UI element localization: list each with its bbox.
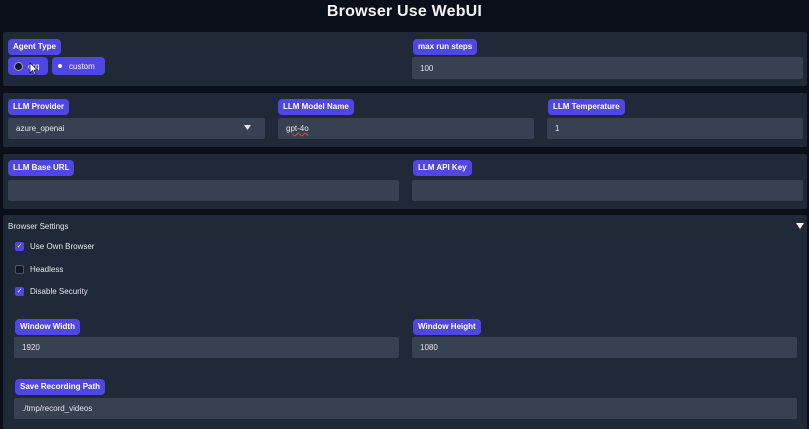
radio-dot-icon: [58, 64, 62, 68]
empty-checkbox-icon: [15, 265, 24, 274]
llm-api-key-input[interactable]: [412, 180, 803, 201]
max-run-steps-label: max run steps: [413, 39, 478, 55]
llm-temperature-label: LLM Temperature: [548, 99, 625, 115]
agent-type-label: Agent Type: [8, 39, 61, 55]
window-width-input[interactable]: 1920: [14, 337, 399, 358]
mouse-pointer-icon: [29, 62, 39, 76]
disable-security-label: Disable Security: [30, 287, 88, 296]
llm-provider-label: LLM Provider: [8, 99, 70, 115]
llm-base-url-input[interactable]: [8, 180, 399, 201]
llm-api-key-label: LLM API Key: [413, 160, 472, 176]
agent-type-option-label: custom: [69, 61, 95, 71]
headless-label: Headless: [30, 265, 64, 274]
window-height-input[interactable]: 1080: [412, 337, 797, 358]
triangle-down-icon[interactable]: [796, 223, 804, 229]
use-own-browser-label: Use Own Browser: [30, 242, 95, 251]
llm-model-name-value: gpt-4o: [286, 124, 309, 133]
page-title: Browser Use WebUI: [326, 3, 483, 20]
llm-provider-select[interactable]: azure_openai: [8, 118, 265, 139]
headless-checkbox[interactable]: Headless: [15, 265, 63, 274]
llm-temperature-input[interactable]: 1: [547, 118, 803, 139]
window-width-label: Window Width: [15, 319, 80, 335]
max-run-steps-input[interactable]: 100: [412, 57, 803, 79]
browser-settings-panel: [3, 215, 807, 429]
use-own-browser-checkbox[interactable]: ✓ Use Own Browser: [15, 242, 94, 251]
agent-type-option-org[interactable]: org: [8, 57, 48, 75]
radio-selected-icon: [14, 61, 23, 71]
llm-model-name-input[interactable]: gpt-4o: [278, 118, 534, 139]
llm-provider-value: azure_openai: [16, 124, 65, 133]
checkmark-icon: ✓: [15, 287, 24, 296]
save-recording-path-label: Save Recording Path: [15, 379, 106, 395]
browser-settings-title[interactable]: Browser Settings: [8, 222, 68, 231]
chevron-down-icon: [244, 125, 251, 130]
checkmark-icon: ✓: [15, 242, 24, 251]
llm-base-url-label: LLM Base URL: [8, 160, 75, 176]
llm-model-name-label: LLM Model Name: [278, 99, 354, 115]
agent-type-option-custom[interactable]: custom: [52, 57, 105, 75]
disable-security-checkbox[interactable]: ✓ Disable Security: [15, 287, 88, 296]
window-height-label: Window Height: [413, 319, 481, 335]
save-recording-path-input[interactable]: ./tmp/record_videos: [14, 398, 797, 419]
